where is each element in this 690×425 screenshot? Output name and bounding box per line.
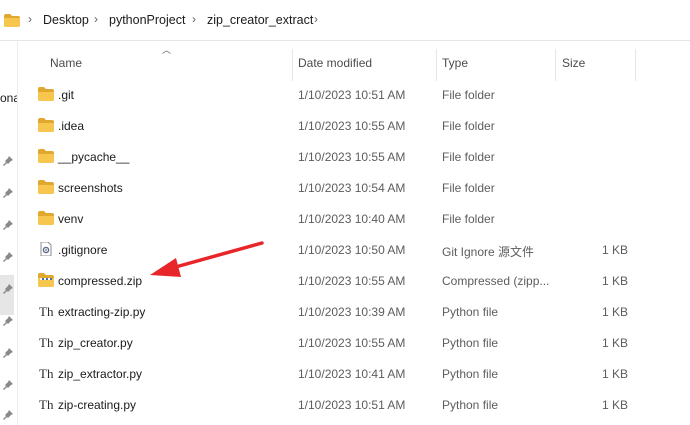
file-name: screenshots <box>58 181 123 195</box>
file-row[interactable]: Th zip_creator.py 1/10/2023 10:55 AM Pyt… <box>17 327 690 358</box>
file-name: venv <box>58 212 84 226</box>
python-file-icon: Th <box>39 397 54 411</box>
file-date: 1/10/2023 10:50 AM <box>298 243 406 257</box>
file-size: 1 KB <box>602 243 629 257</box>
file-date: 1/10/2023 10:40 AM <box>298 212 406 226</box>
nav-item-label[interactable]: ona <box>0 91 17 105</box>
file-type: File folder <box>442 150 495 164</box>
breadcrumb-pythonproject[interactable]: pythonProject <box>109 13 185 27</box>
file-list: .git 1/10/2023 10:51 AM File folder .ide… <box>17 79 690 420</box>
file-date: 1/10/2023 10:51 AM <box>298 88 406 102</box>
folder-icon <box>38 180 54 194</box>
python-file-icon: Th <box>39 335 54 349</box>
file-name: extracting-zip.py <box>58 305 146 319</box>
column-header-name[interactable]: Name <box>50 56 82 70</box>
file-date: 1/10/2023 10:55 AM <box>298 119 406 133</box>
zip-folder-icon <box>38 273 54 287</box>
breadcrumb-desktop[interactable]: Desktop <box>43 13 89 27</box>
file-date: 1/10/2023 10:41 AM <box>298 367 406 381</box>
column-divider[interactable] <box>555 49 556 81</box>
file-row[interactable]: __pycache__ 1/10/2023 10:55 AM File fold… <box>17 141 690 172</box>
pin-icon[interactable] <box>2 379 14 391</box>
file-date: 1/10/2023 10:55 AM <box>298 150 406 164</box>
file-date: 1/10/2023 10:51 AM <box>298 398 406 412</box>
breadcrumb-zip-creator-extract[interactable]: zip_creator_extract <box>207 13 313 27</box>
svg-text:Th: Th <box>39 335 54 349</box>
svg-text:Th: Th <box>39 366 54 380</box>
folder-icon <box>4 14 20 27</box>
file-name: __pycache__ <box>58 150 130 164</box>
column-header-type[interactable]: Type <box>442 56 468 70</box>
svg-text:Th: Th <box>39 304 54 318</box>
file-row[interactable]: venv 1/10/2023 10:40 AM File folder <box>17 203 690 234</box>
file-row[interactable]: .git 1/10/2023 10:51 AM File folder <box>17 79 690 110</box>
file-type: Git Ignore 源文件 <box>442 245 535 259</box>
file-type: Python file <box>442 336 499 350</box>
file-size: 1 KB <box>602 305 629 319</box>
file-type: File folder <box>442 88 495 102</box>
file-row[interactable]: screenshots 1/10/2023 10:54 AM File fold… <box>17 172 690 203</box>
address-bar[interactable]: › Desktop › pythonProject › zip_creator_… <box>0 0 690 41</box>
file-name: zip_creator.py <box>58 336 133 350</box>
pin-icon[interactable] <box>2 347 14 359</box>
file-type: Python file <box>442 305 499 319</box>
file-row[interactable]: compressed.zip 1/10/2023 10:55 AM Compre… <box>17 265 690 296</box>
file-row[interactable]: .idea 1/10/2023 10:55 AM File folder <box>17 110 690 141</box>
file-name: zip-creating.py <box>58 398 137 412</box>
pin-icon[interactable] <box>2 251 14 263</box>
python-file-icon: Th <box>39 366 54 380</box>
file-row[interactable]: Th zip_extractor.py 1/10/2023 10:41 AM P… <box>17 358 690 389</box>
file-date: 1/10/2023 10:55 AM <box>298 336 406 350</box>
file-row[interactable]: Th zip-creating.py 1/10/2023 10:51 AM Py… <box>17 389 690 420</box>
nav-selected-highlight <box>0 275 14 315</box>
pin-icon[interactable] <box>2 187 14 199</box>
sort-ascending-icon: ︿ <box>162 45 172 55</box>
file-type: Python file <box>442 398 499 412</box>
chevron-right-icon[interactable]: › <box>192 12 196 26</box>
pin-icon[interactable] <box>2 409 14 421</box>
folder-icon <box>38 211 54 225</box>
file-date: 1/10/2023 10:54 AM <box>298 181 406 195</box>
config-file-icon <box>40 242 52 256</box>
folder-icon <box>38 118 54 132</box>
file-row[interactable]: Th extracting-zip.py 1/10/2023 10:39 AM … <box>17 296 690 327</box>
file-date: 1/10/2023 10:55 AM <box>298 274 406 288</box>
folder-icon <box>38 87 54 101</box>
file-size: 1 KB <box>602 367 629 381</box>
chevron-right-icon[interactable]: › <box>314 12 318 26</box>
file-name: compressed.zip <box>58 274 143 288</box>
file-type: Python file <box>442 367 499 381</box>
file-row[interactable]: .gitignore 1/10/2023 10:50 AM Git Ignore… <box>17 234 690 265</box>
file-type: File folder <box>442 212 495 226</box>
file-date: 1/10/2023 10:39 AM <box>298 305 406 319</box>
python-file-icon: Th <box>39 304 54 318</box>
chevron-right-icon[interactable]: › <box>94 12 98 26</box>
file-type: Compressed (zipp... <box>442 274 550 288</box>
column-divider[interactable] <box>635 49 636 81</box>
column-header-row: ︿ Name Date modified Type Size <box>17 41 690 83</box>
file-name: .git <box>58 88 75 102</box>
column-divider[interactable] <box>436 49 437 81</box>
folder-icon <box>38 149 54 163</box>
file-name: zip_extractor.py <box>58 367 143 381</box>
pin-icon[interactable] <box>2 155 14 167</box>
file-type: File folder <box>442 181 495 195</box>
pin-icon[interactable] <box>2 219 14 231</box>
navigation-pane[interactable]: ona <box>0 41 18 425</box>
file-name: .gitignore <box>58 243 108 257</box>
file-name: .idea <box>58 119 85 133</box>
file-type: File folder <box>442 119 495 133</box>
svg-text:Th: Th <box>39 397 54 411</box>
file-size: 1 KB <box>602 274 629 288</box>
column-header-size[interactable]: Size <box>562 56 585 70</box>
column-divider[interactable] <box>292 49 293 81</box>
file-size: 1 KB <box>602 336 629 350</box>
chevron-right-icon[interactable]: › <box>28 12 32 26</box>
pin-icon[interactable] <box>2 315 14 327</box>
pin-icon[interactable] <box>2 283 14 295</box>
column-header-date-modified[interactable]: Date modified <box>298 56 372 70</box>
file-size: 1 KB <box>602 398 629 412</box>
